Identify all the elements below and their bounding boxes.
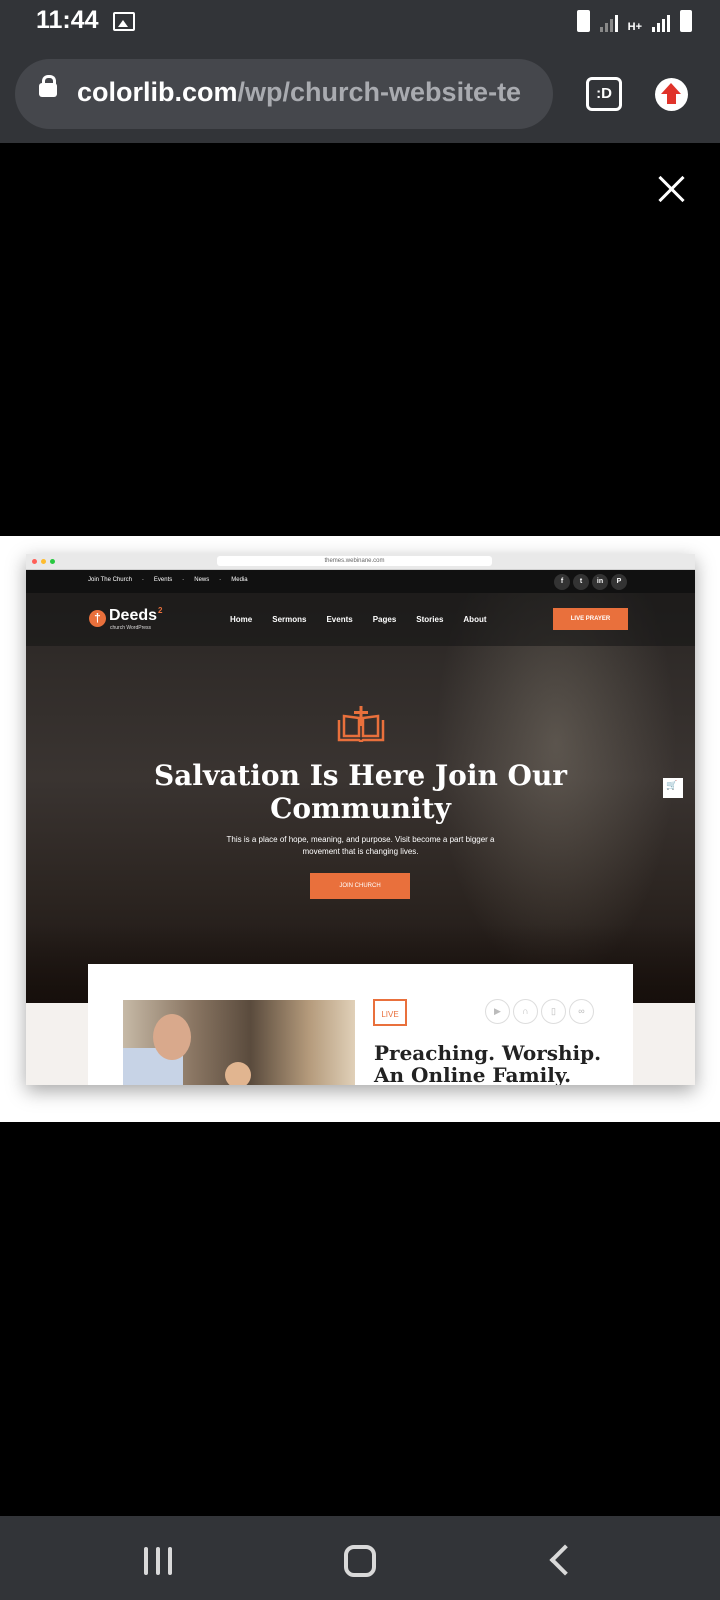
- lock-icon: [39, 75, 57, 97]
- document-icon[interactable]: ▯: [541, 999, 566, 1024]
- live-badge: LIVE: [373, 999, 407, 1026]
- hero-subtitle: This is a place of hope, meaning, and pu…: [226, 835, 495, 856]
- logo-name[interactable]: Deeds: [109, 607, 157, 625]
- twitter-icon[interactable]: t: [573, 574, 589, 590]
- menu: Home Sermons Events Pages Stories About: [230, 615, 507, 624]
- headphones-icon[interactable]: ∩: [513, 999, 538, 1024]
- hero-title: Salvation Is Here Join Our Community: [153, 759, 568, 825]
- menu-home[interactable]: Home: [230, 615, 252, 624]
- join-church-button[interactable]: JOIN CHURCH: [310, 873, 410, 899]
- network-type: H+: [627, 21, 642, 33]
- maximize-dot: [50, 559, 55, 564]
- social-links: f t in P: [554, 574, 627, 590]
- pinterest-icon[interactable]: P: [611, 574, 627, 590]
- card-title-line-1: Preaching. Worship.: [374, 1041, 602, 1065]
- image-notification-icon: [113, 12, 135, 31]
- battery-saver-icon: [576, 10, 590, 32]
- url-path: /wp/church-website-te: [237, 77, 522, 107]
- recents-icon[interactable]: [144, 1547, 174, 1575]
- menu-stories[interactable]: Stories: [416, 615, 443, 624]
- signal-icon-2: [652, 15, 670, 32]
- card-title-line-2: An Online Family.: [374, 1063, 572, 1085]
- back-icon[interactable]: [549, 1544, 581, 1576]
- cart-icon[interactable]: [663, 778, 683, 798]
- sermon-card: LIVE ▶ ∩ ▯ ∞ Preaching. Worship. An Onli…: [88, 964, 633, 1085]
- minimize-dot: [41, 559, 46, 564]
- browser-toolbar: colorlib.com/wp/church-website-te :D: [0, 44, 720, 143]
- close-icon[interactable]: [654, 172, 690, 208]
- home-icon[interactable]: [344, 1545, 376, 1577]
- top-nav: Join The Church - Events - News - Media f t…: [26, 570, 695, 593]
- child-head: [225, 1062, 251, 1085]
- cross-logo-icon: †: [89, 610, 106, 627]
- menu-events[interactable]: Events: [326, 615, 352, 624]
- clock: 11:44: [36, 6, 99, 34]
- mac-url: themes.webinane.com: [217, 556, 492, 566]
- menu-sermons[interactable]: Sermons: [272, 615, 306, 624]
- close-dot: [32, 559, 37, 564]
- menu-pages[interactable]: Pages: [373, 615, 397, 624]
- top-link-events[interactable]: Events: [154, 577, 172, 583]
- linkedin-icon[interactable]: in: [592, 574, 608, 590]
- battery-icon: [680, 10, 692, 32]
- status-bar: 11:44 H+: [0, 0, 720, 44]
- signal-icon-1: [599, 15, 618, 32]
- tab-switcher-button[interactable]: :D: [586, 77, 622, 111]
- logo-subtitle: church WordPress: [110, 625, 152, 631]
- facebook-icon[interactable]: f: [554, 574, 570, 590]
- media-icons: ▶ ∩ ▯ ∞: [485, 999, 594, 1024]
- card-title: Preaching. Worship. An Online Family.: [374, 1042, 601, 1085]
- youtube-icon[interactable]: ▶: [485, 999, 510, 1024]
- update-icon[interactable]: [655, 78, 688, 111]
- top-link-news[interactable]: News: [194, 577, 209, 583]
- live-prayer-button[interactable]: LIVE PRAYER: [553, 608, 628, 630]
- mac-window-bar: themes.webinane.com: [26, 554, 695, 570]
- logo-superscript: 2: [158, 606, 163, 615]
- pastor-head: [153, 1014, 191, 1060]
- top-link-media[interactable]: Media: [231, 577, 247, 583]
- bible-cross-icon: [337, 706, 385, 742]
- navigation-bar: [0, 1516, 720, 1600]
- url-domain: colorlib.com: [77, 77, 238, 107]
- top-link-join[interactable]: Join The Church: [88, 577, 132, 583]
- url-text[interactable]: colorlib.com/wp/church-website-te: [77, 77, 547, 108]
- congregation-photo: [123, 1000, 355, 1085]
- link-icon[interactable]: ∞: [569, 999, 594, 1024]
- status-icons: H+: [576, 10, 692, 33]
- address-bar[interactable]: colorlib.com/wp/church-website-te: [15, 59, 553, 129]
- website-screenshot: themes.webinane.com Join The Church - Eve…: [26, 554, 695, 1085]
- menu-about[interactable]: About: [463, 615, 486, 624]
- main-nav: † Deeds 2 church WordPress Home Sermons …: [26, 593, 695, 646]
